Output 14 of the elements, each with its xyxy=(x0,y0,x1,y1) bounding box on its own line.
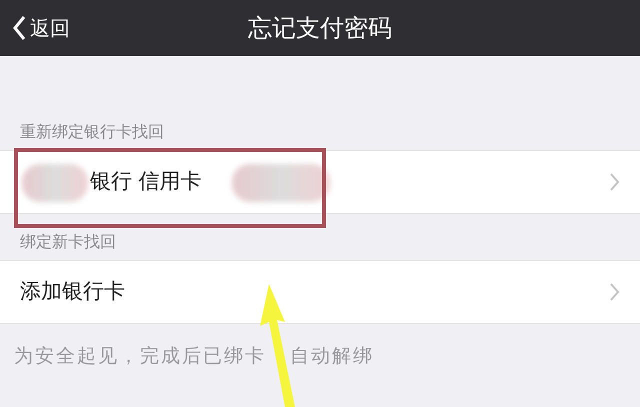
list-row[interactable]: 添加银行卡 xyxy=(0,260,640,324)
page-title: 忘记支付密码 xyxy=(248,13,392,44)
section-header: 重新绑定银行卡找回 xyxy=(20,122,164,141)
row-label: 银行 信用卡 xyxy=(90,168,202,196)
footer-note: 为安全起见，完成后已绑卡 xyxy=(14,344,266,369)
redaction-blur xyxy=(22,164,88,202)
chevron-icon xyxy=(610,173,620,191)
footer-note: 自动解绑 xyxy=(290,344,374,369)
list-row[interactable]: 银行 信用卡 xyxy=(0,150,640,214)
back-button[interactable]: 返回 xyxy=(12,0,70,56)
row-label: 添加银行卡 xyxy=(20,278,125,306)
chevron-icon xyxy=(610,283,620,301)
back-icon xyxy=(12,15,26,41)
section-header: 绑定新卡找回 xyxy=(20,232,116,251)
